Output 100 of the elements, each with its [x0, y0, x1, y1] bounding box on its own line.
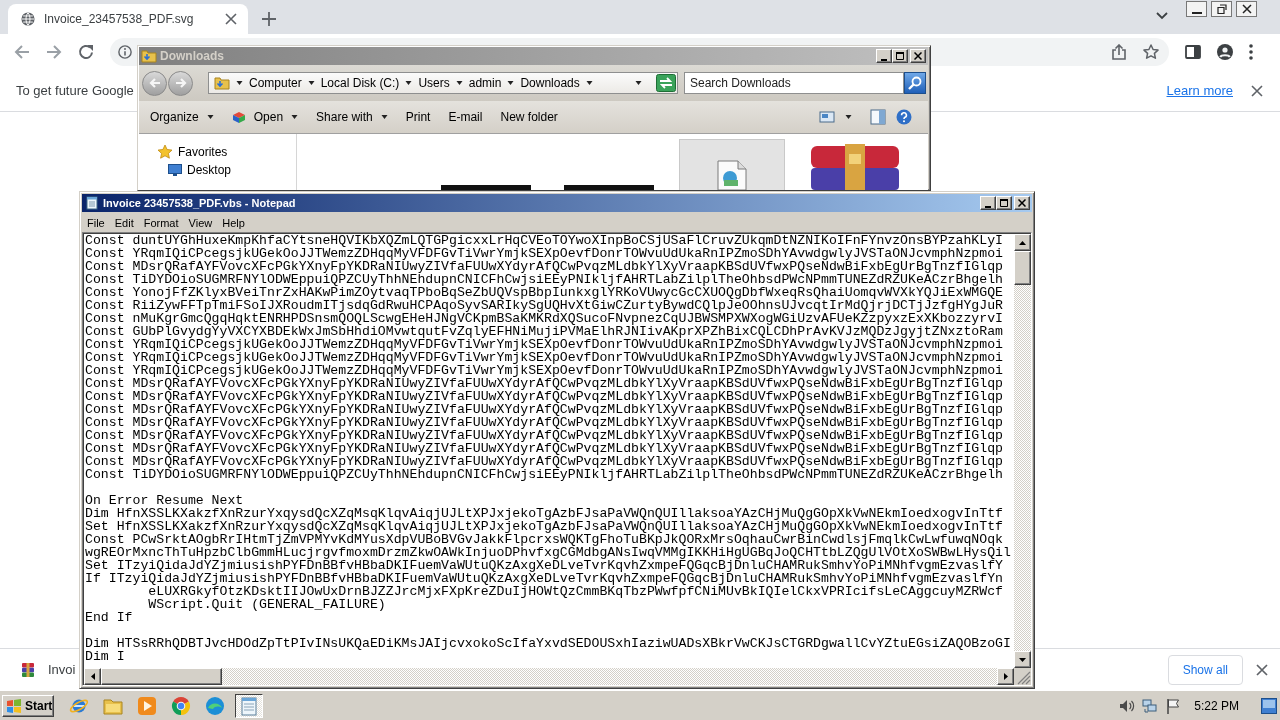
scroll-left-button[interactable] — [84, 668, 101, 685]
menu-item[interactable]: View — [183, 214, 218, 231]
forward-arrow-icon[interactable] — [46, 44, 62, 60]
menu-item[interactable]: File — [82, 214, 110, 231]
download-item[interactable]: Invoi — [20, 661, 76, 678]
address-bar[interactable]: Computer Local Disk (C:) Users admin Downloads — [208, 72, 678, 94]
flag-icon[interactable] — [1165, 697, 1182, 714]
caret-icon[interactable] — [635, 81, 642, 85]
scroll-down-button[interactable] — [1014, 651, 1031, 668]
caret-icon[interactable] — [845, 115, 852, 119]
share-icon[interactable] — [1111, 44, 1127, 60]
search-button[interactable] — [904, 72, 926, 94]
breadcrumb-item[interactable]: Local Disk (C:) — [320, 76, 400, 90]
taskbar-button[interactable] — [235, 693, 263, 718]
toolbar-button[interactable]: New folder — [492, 105, 566, 129]
menu-item[interactable]: Edit — [109, 214, 139, 231]
caret-icon[interactable] — [455, 81, 463, 85]
nav-item[interactable]: Desktop — [168, 161, 232, 179]
scroll-up-button[interactable] — [1014, 234, 1031, 251]
scroll-right-button[interactable] — [997, 668, 1014, 685]
star-icon[interactable] — [1143, 44, 1159, 60]
toolbar-button[interactable]: Print — [397, 105, 439, 129]
menu-item[interactable]: Help — [217, 214, 250, 231]
maximize-button[interactable] — [996, 196, 1012, 210]
code-line: Const RiiZywFFTpTmiFSoIJXRoudmITjsdqGdRwuHCPAqoSyvSARIkySgUQHvXtGiwCZurtyBywdCQlpJeOOhnsUJvcqtIrMdQjrjDCTjJzfgHYgJuR — [85, 299, 1004, 312]
search-field[interactable]: Search Downloads — [684, 72, 904, 94]
close-icon[interactable] — [1256, 663, 1268, 676]
folder-icon — [214, 75, 230, 91]
right-arrow-icon — [1003, 673, 1008, 680]
start-button[interactable]: Start — [2, 694, 54, 717]
reload-icon[interactable] — [78, 44, 94, 60]
preview-pane-icon[interactable] — [870, 109, 886, 125]
breadcrumb-item[interactable]: Downloads — [520, 76, 580, 90]
refresh-icon[interactable] — [656, 74, 676, 92]
chevron-down-icon[interactable] — [1156, 12, 1168, 20]
plus-icon[interactable] — [262, 12, 276, 26]
toolbar-button[interactable]: Organize — [142, 105, 222, 129]
code-line: End If — [85, 611, 134, 624]
right-arrow-icon — [174, 77, 187, 89]
code-line: Dim I — [85, 650, 125, 663]
code-line: Const GUbPlGvydgYyVXCYXBDEkWxJmSbHhdiOMvwtqutFvZqlyEFHNiMujiPVMaElhRJNIivAKprXPZhBixCQLCDhPrAvKVJzMQDzJgyjtZNxztoRam — [85, 325, 1004, 338]
clock: 5:22 PM — [1194, 698, 1239, 713]
caret-icon[interactable] — [236, 81, 243, 85]
show-all-button[interactable]: Show all — [1167, 654, 1243, 685]
caret-icon[interactable] — [307, 81, 315, 85]
browser-tab[interactable]: Invoice_23457538_PDF.svg — [8, 4, 248, 34]
back-button[interactable] — [142, 70, 167, 96]
wave-icon — [205, 695, 225, 716]
maximize-icon — [896, 52, 904, 60]
restore-button[interactable] — [1211, 1, 1232, 17]
folder-icon — [141, 48, 157, 64]
toolbar-button[interactable]: E-mail — [440, 105, 491, 129]
breadcrumb-item[interactable]: admin — [468, 76, 502, 90]
minimize-icon — [1191, 12, 1202, 14]
code-line: Const MDsrQRafAYFVovcXFcPGkYXnyFpYKDRaNIUwyZIVfaFUUwXYdyrAfQCwPvqzMLdbkYlXyVraapKBSdUVfwxPQseNdwBiFxbEgUrBgTnzfIGlqp — [85, 416, 1004, 429]
caret-icon[interactable] — [405, 81, 413, 85]
close-icon[interactable] — [225, 13, 237, 25]
toolbar-button[interactable]: Open — [223, 105, 307, 129]
vertical-scrollbar[interactable] — [1014, 234, 1031, 668]
breadcrumb-item[interactable]: Computer — [249, 76, 302, 90]
horizontal-scrollbar[interactable] — [84, 668, 1014, 685]
code-line: wgREOrMxncThTuHpzbClbGmmHLucjrgvfmoxmDrzmZkwOAWkInjuoDPhvfxgCGMdbgANsIwqVMMgIKKHiHgUGBqJoQCHTtbLZQgUlVOtXoSWBwLHysQil — [85, 546, 1012, 559]
view-icon[interactable] — [819, 109, 835, 125]
back-arrow-icon[interactable] — [14, 44, 30, 60]
menu-item[interactable]: Format — [138, 214, 184, 231]
info-icon[interactable] — [118, 45, 132, 59]
learn-more-link[interactable]: Learn more — [1166, 83, 1233, 98]
code-line: Const MDsrQRafAYFVovcXFcPGkYXnyFpYKDRaNIUwyZIVfaFUUwXYdyrAfQCwPvqzMLdbkYlXyVraapKBSdUVfwxPQseNdwBiFxbEgUrBgTnzfIGlqp — [85, 455, 1004, 468]
close-button[interactable] — [1236, 1, 1257, 17]
maximize-button[interactable] — [892, 49, 908, 63]
code-line: Const YRqmIQiCPcegsjkUGekOoJJTWemzZDHqqMyVFDFGvTiVwrYmjkSEXpOevfDonrTOWvuUdUkaRnIPZmoSDhYAvwdgwlyJVSTaONJcvmphNzpmoi — [85, 351, 1004, 364]
profile-icon[interactable] — [1217, 44, 1233, 60]
code-line: Const MDsrQRafAYFVovcXFcPGkYXnyFpYKDRaNIUwyZIVfaFUUwXYdyrAfQCwPvqzMLdbkYlXyVraapKBSdUVfwxPQseNdwBiFxbEgUrBgTnzfIGlqp — [85, 442, 1004, 455]
close-icon[interactable] — [1251, 84, 1263, 97]
scrollbar-thumb[interactable] — [1014, 251, 1031, 285]
help-icon[interactable] — [896, 109, 912, 125]
close-icon — [1018, 199, 1026, 207]
archive-icon — [20, 661, 36, 678]
scrollbar-thumb[interactable] — [101, 668, 222, 685]
network-icon[interactable] — [1142, 697, 1159, 714]
forward-button[interactable] — [168, 70, 193, 96]
show-desktop-icon[interactable] — [1261, 697, 1277, 714]
caret-icon[interactable] — [585, 81, 593, 85]
code-line: Set ITzyiQidaJdYZjmiusishPYFDnBBfvHBbaDKIFuemVaWUtuQKzAxgXeDLveTvrKqvhZxmpeFQGqcBjDnluCHAMRukSmhvYoPiMNhfvgmEzvaslfY — [85, 559, 1003, 572]
search-icon — [908, 76, 922, 90]
toolbar-button[interactable]: Share with — [308, 105, 396, 129]
minimize-button[interactable] — [1186, 1, 1207, 17]
size-grip-icon[interactable] — [1014, 668, 1031, 685]
menu-icon[interactable] — [1249, 44, 1253, 60]
breadcrumb-item[interactable]: Users — [418, 76, 450, 90]
code-line: Dim HTSsRRhQDBTJvcHDOdZpTtPIvINsUKQaEDiKMsJAIjcvxokoScIfaYxvdSEDOUSxhIaziwUADsXBkrVwCKJsCTGRDgwallCvYZtuEGsiZAQOBzoGI — [85, 637, 1012, 650]
minimize-icon — [881, 58, 887, 61]
code-line: Const YRqmIQiCPcegsjkUGekOoJJTWemzZDHqqMyVFDFGvTiVwrYmjkSEXpOevfDonrTOWvuUdUkaRnIPZmoSDhYAvwdgwlyJVSTaONJcvmphNzpmoi — [85, 247, 1004, 260]
caret-icon[interactable] — [507, 81, 515, 85]
infobar-message: To get future Google — [16, 83, 134, 98]
code-line: Const MDsrQRafAYFVovcXFcPGkYXnyFpYKDRaNIUwyZIVfaFUUwXYdyrAfQCwPvqzMLdbkYlXyVraapKBSdUVfwxPQseNdwBiFxbEgUrBgTnzfIGlqp — [85, 377, 1004, 390]
close-icon — [1241, 4, 1252, 14]
nav-item[interactable]: Favorites — [157, 143, 228, 161]
sidebar-icon[interactable] — [1185, 44, 1201, 60]
code-line: Const duntUYGhHuxeKmpKhfaCYtsneHQVIKbXQZmLQTGPgicxxLrHqCVEoTOYwoXInpBoCSjUSaFlCruvZUkqmDtNZNIKoIFnFYnvzOnsBYPzahKLyI — [85, 234, 1004, 247]
